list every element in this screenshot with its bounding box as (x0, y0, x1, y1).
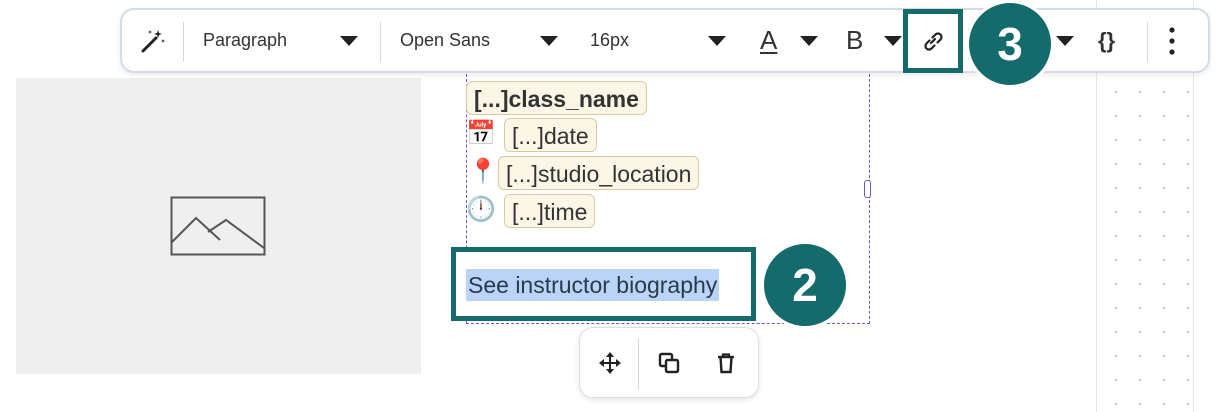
toolbar-divider (380, 22, 381, 62)
vertical-ellipsis-icon (1169, 26, 1175, 55)
selected-text-highlight-box[interactable]: See instructor biography (451, 247, 756, 321)
clock-icon: 🕛 (466, 196, 496, 223)
link-button[interactable] (903, 9, 963, 73)
chevron-down-icon (340, 35, 358, 46)
chevron-down-icon (884, 35, 902, 46)
merge-tag-studio-location[interactable]: [...]studio_location (498, 156, 700, 190)
merge-tag-date[interactable]: [...]date (504, 118, 597, 152)
font-size-value: 16px (590, 30, 630, 50)
chevron-down-icon (800, 35, 818, 46)
merge-tag-time[interactable]: [...]time (504, 194, 596, 228)
text-color-icon: A (760, 25, 778, 55)
block-style-value: Paragraph (203, 30, 288, 50)
block-actions-toolbar (579, 327, 759, 398)
chevron-down-icon (540, 35, 558, 46)
more-dropdown[interactable] (1056, 10, 1074, 71)
chevron-down-icon (708, 35, 726, 46)
move-icon[interactable] (595, 348, 625, 378)
step-badge-3: 3 (966, 0, 1054, 88)
mini-toolbar-divider (638, 338, 639, 390)
selected-text[interactable]: See instructor biography (466, 269, 720, 301)
step-badge-2: 2 (761, 241, 849, 329)
resize-handle[interactable] (864, 180, 871, 198)
image-icon (170, 196, 266, 256)
magic-wand-icon[interactable] (140, 10, 166, 71)
toolbar-divider (1147, 22, 1148, 62)
toolbar-divider (183, 22, 184, 62)
link-icon (924, 32, 943, 51)
delete-icon[interactable] (711, 348, 741, 378)
duplicate-icon[interactable] (654, 348, 684, 378)
dynamic-content-button[interactable]: {} (1098, 10, 1115, 71)
merge-tag-class-name[interactable]: [...]class_name (466, 81, 647, 115)
bold-icon: B (846, 25, 864, 55)
text-color-button[interactable]: A (760, 10, 818, 71)
block-style-dropdown[interactable]: Paragraph (203, 10, 358, 71)
font-size-dropdown[interactable]: 16px (590, 10, 726, 71)
font-family-value: Open Sans (400, 30, 491, 50)
calendar-icon: 📅 (466, 120, 496, 147)
chevron-down-icon (1056, 35, 1074, 46)
image-placeholder[interactable] (16, 78, 421, 374)
bold-button[interactable]: B (846, 10, 902, 71)
more-options-button[interactable] (1168, 10, 1176, 71)
curly-braces-icon: {} (1098, 27, 1116, 53)
font-family-dropdown[interactable]: Open Sans (400, 10, 558, 71)
location-pin-icon: 📍 (468, 158, 498, 185)
